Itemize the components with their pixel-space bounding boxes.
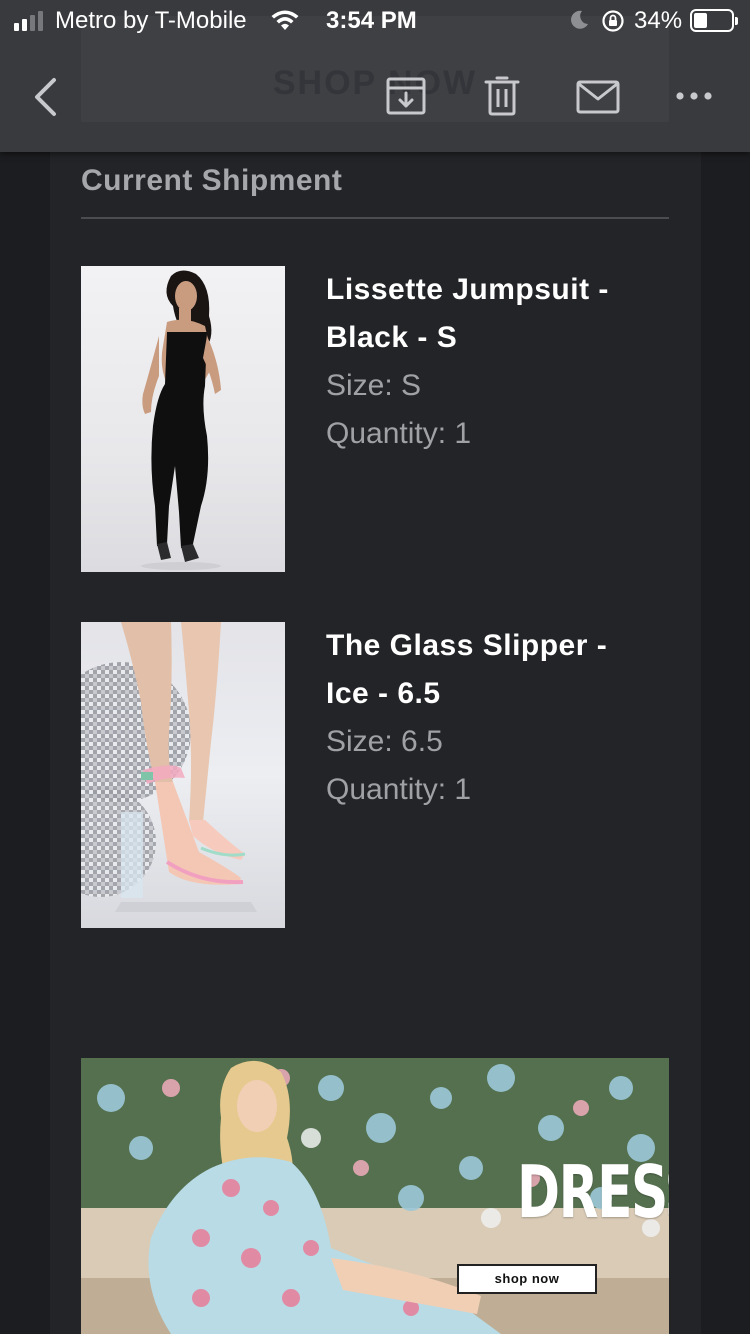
jumpsuit-product-image[interactable] bbox=[81, 266, 285, 572]
rotation-lock-icon bbox=[602, 10, 624, 32]
email-screen: SHOP NOW Metro by T-Mobile 3:54 PM 34% C… bbox=[0, 0, 750, 1334]
item-quantity: Quantity: 1 bbox=[326, 410, 471, 458]
battery-icon bbox=[690, 9, 738, 32]
glass-slipper-product-image[interactable] bbox=[81, 622, 285, 928]
status-time: 3:54 PM bbox=[326, 7, 417, 34]
quantity-value: 1 bbox=[454, 417, 472, 450]
item-quantity: Quantity: 1 bbox=[326, 766, 471, 814]
more-icon[interactable] bbox=[674, 88, 714, 104]
quantity-label: Quantity: bbox=[326, 417, 447, 450]
wifi-icon bbox=[271, 10, 299, 30]
section-divider bbox=[81, 217, 669, 219]
item-size: Size: S bbox=[326, 362, 421, 410]
size-label: Size: bbox=[326, 725, 393, 758]
trash-icon[interactable] bbox=[484, 74, 520, 116]
status-bar: Metro by T-Mobile 3:54 PM 34% bbox=[0, 0, 750, 42]
cellular-signal-icon bbox=[14, 11, 43, 31]
back-chevron-icon[interactable] bbox=[28, 74, 62, 120]
shop-now-button[interactable]: shop now bbox=[457, 1264, 597, 1294]
dresses-promo-banner[interactable]: DRESSES shop now bbox=[81, 1058, 669, 1334]
item-name[interactable]: The Glass Slipper - Ice - 6.5 bbox=[326, 622, 646, 718]
size-label: Size: bbox=[326, 369, 393, 402]
black-jumpsuit-photo bbox=[141, 270, 221, 570]
clear-heels-photo bbox=[81, 622, 257, 912]
do-not-disturb-icon bbox=[571, 10, 588, 29]
section-title: Current Shipment bbox=[81, 164, 343, 197]
size-value: S bbox=[401, 369, 422, 402]
quantity-value: 1 bbox=[454, 773, 472, 806]
carrier-name: Metro by T-Mobile bbox=[55, 7, 247, 34]
archive-icon[interactable] bbox=[386, 76, 426, 116]
battery-percent: 34% bbox=[634, 7, 683, 34]
quantity-label: Quantity: bbox=[326, 773, 447, 806]
size-value: 6.5 bbox=[401, 725, 443, 758]
item-size: Size: 6.5 bbox=[326, 718, 443, 766]
item-name[interactable]: Lissette Jumpsuit - Black - S bbox=[326, 266, 646, 362]
banner-title: DRESSES bbox=[517, 1150, 669, 1234]
email-toolbar: SHOP NOW Metro by T-Mobile 3:54 PM 34% bbox=[0, 0, 750, 152]
mail-icon[interactable] bbox=[576, 80, 620, 114]
